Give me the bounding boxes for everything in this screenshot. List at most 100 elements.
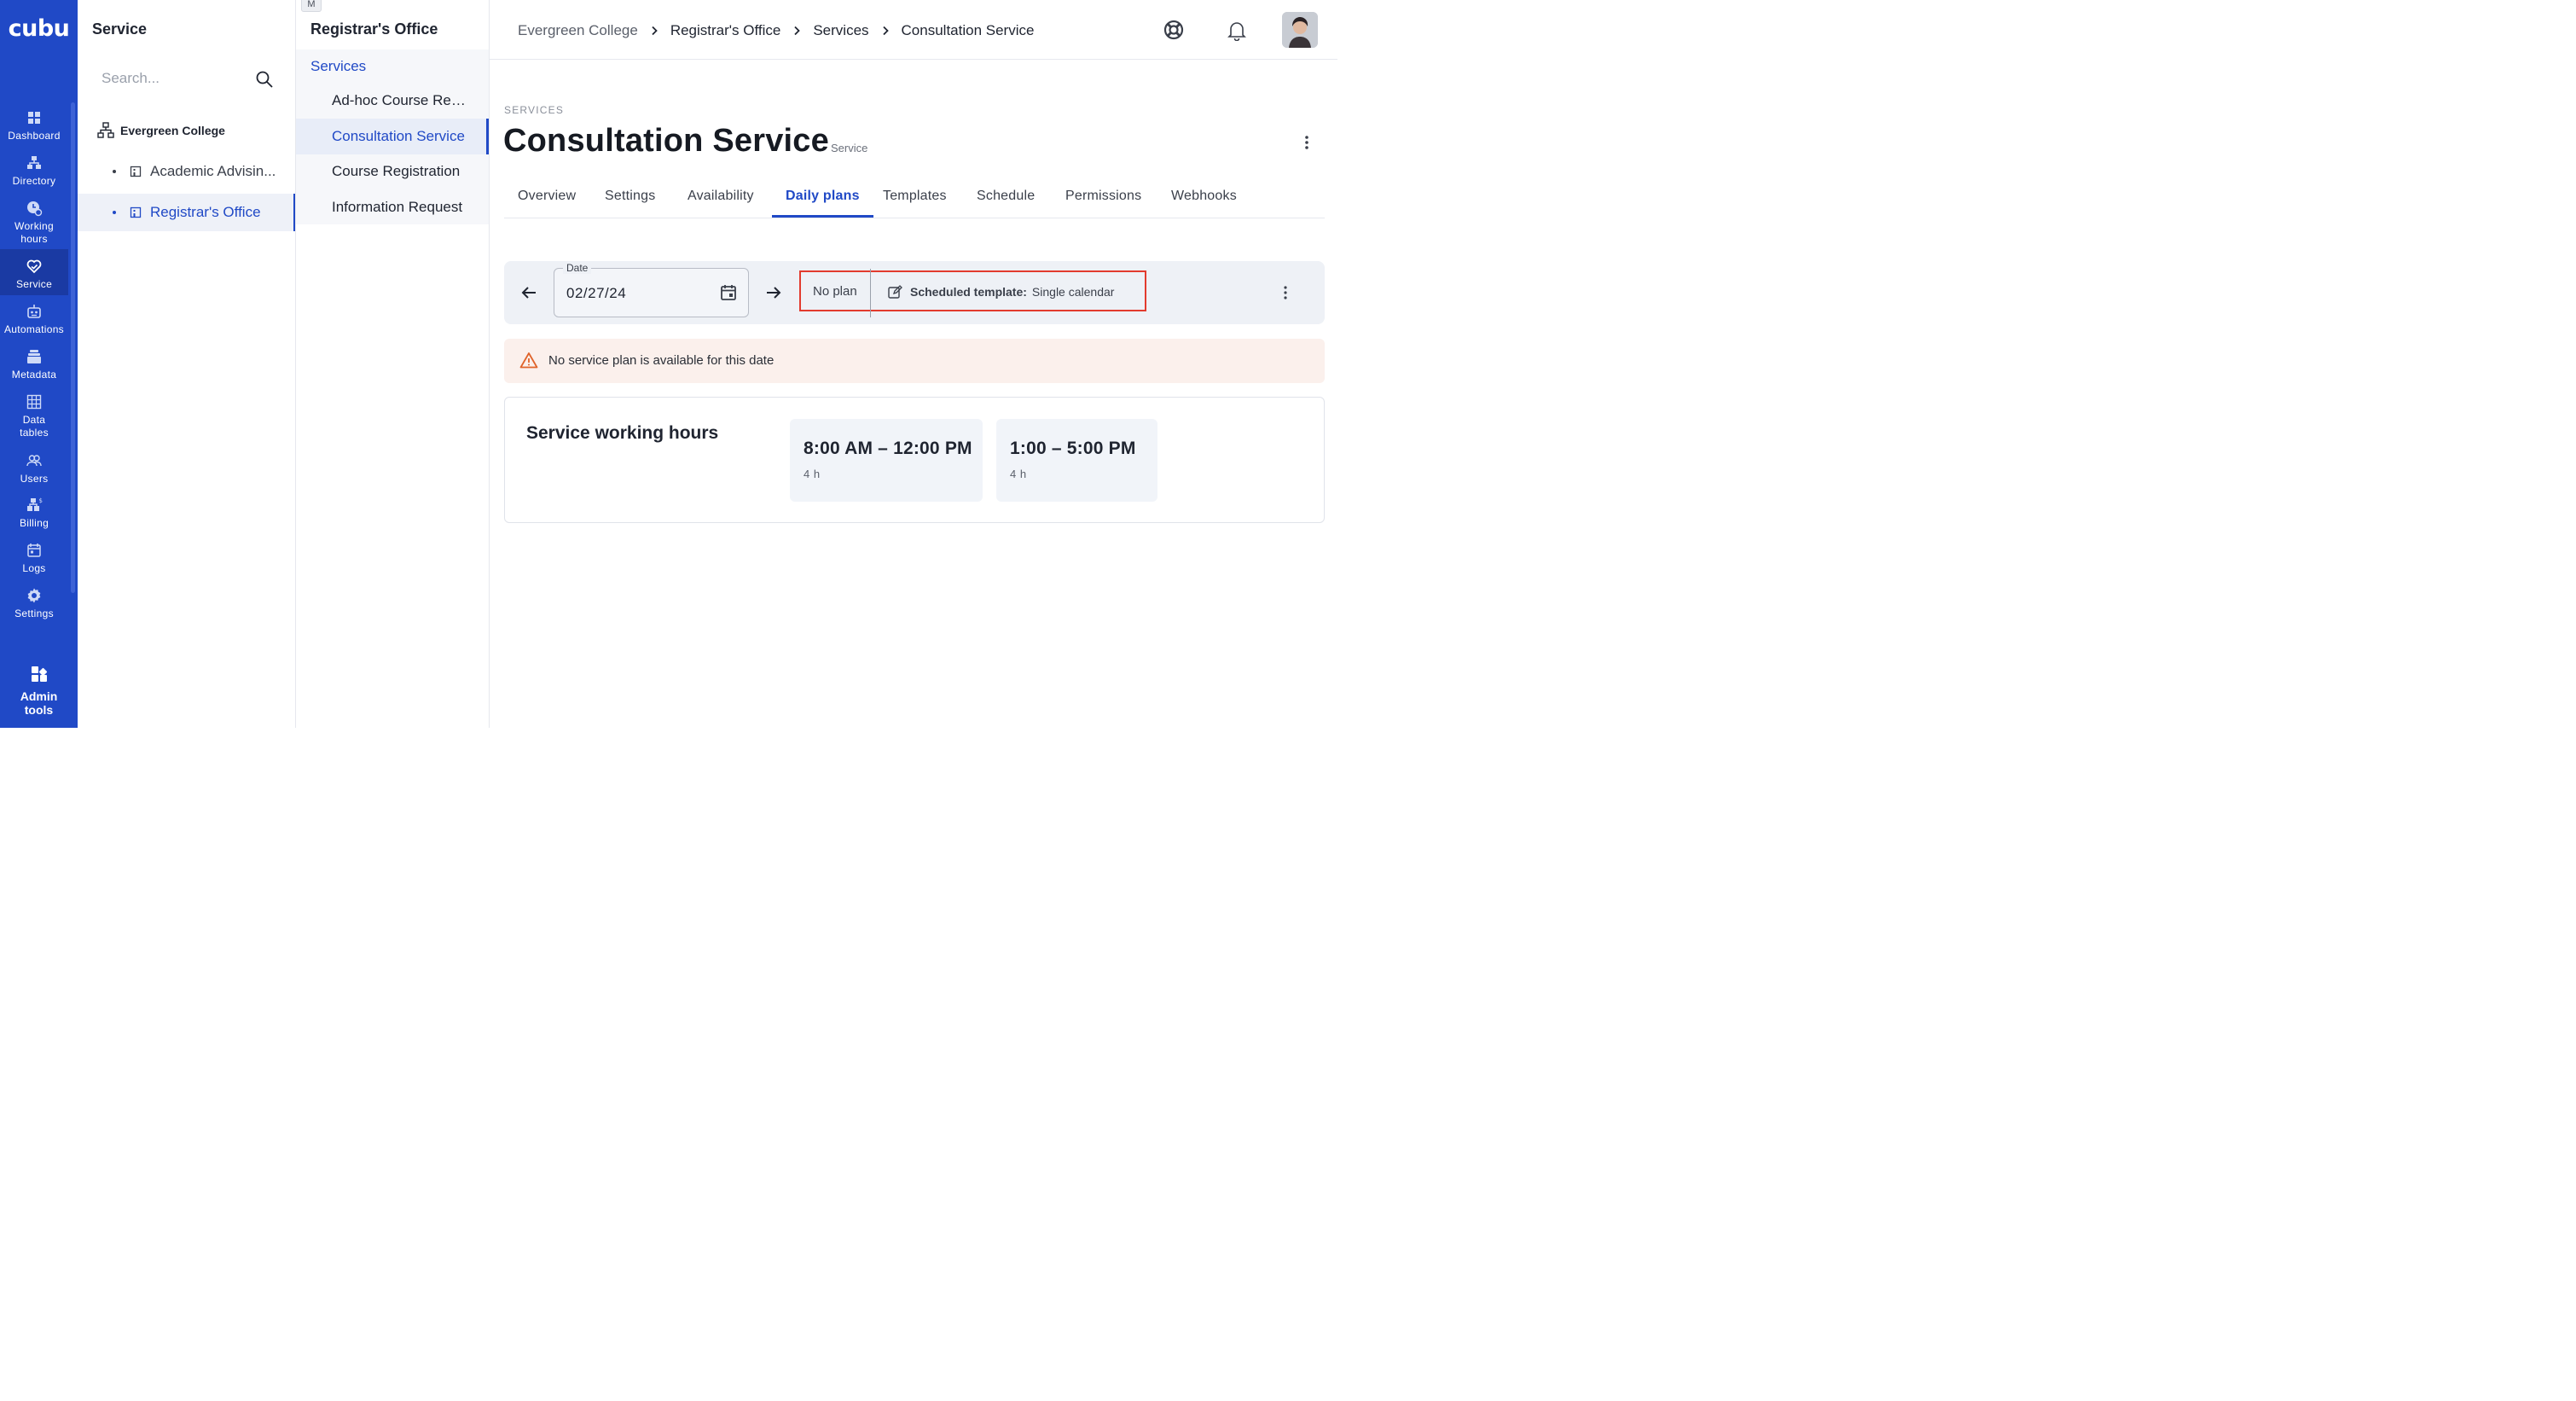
tab-settings[interactable]: Settings <box>591 177 669 218</box>
rail-item-label: Data tables <box>20 414 49 439</box>
building-icon <box>130 166 142 177</box>
services-heading-link[interactable]: Services <box>310 58 366 75</box>
rail-item-automations[interactable]: Automations <box>0 303 68 336</box>
rail-item-data-tables[interactable]: Data tables <box>0 393 68 439</box>
rail-item-metadata[interactable]: Metadata <box>0 348 68 381</box>
time-slot-duration: 4 h <box>1010 468 1027 480</box>
service-item-consultation-service[interactable]: Consultation Service <box>296 119 489 154</box>
tab-daily-plans[interactable]: Daily plans <box>772 177 873 218</box>
user-avatar-image <box>1282 12 1318 48</box>
building-icon <box>130 206 142 218</box>
service-item-course-registration[interactable]: Course Registration <box>296 154 489 189</box>
rail-item-dashboard[interactable]: Dashboard <box>0 109 68 142</box>
bullet <box>113 211 116 214</box>
arrow-right-icon[interactable] <box>764 283 783 302</box>
rail-item-label: Users <box>20 473 49 485</box>
chevron-right-icon <box>652 26 658 36</box>
tree-root-evergreen-college[interactable]: Evergreen College <box>96 121 225 140</box>
tree-root-label: Evergreen College <box>120 124 225 137</box>
page-type-label: Service <box>831 142 868 154</box>
rail-item-logs[interactable]: Logs <box>0 542 68 575</box>
plan-status-box: No plan Scheduled template: Single calend… <box>799 269 1146 317</box>
alert-message: No service plan is available for this da… <box>548 353 775 368</box>
gear-icon <box>27 588 41 603</box>
rail-item-service[interactable]: Service <box>0 249 68 295</box>
logs-icon <box>27 544 41 557</box>
scheduled-template-value: Single calendar <box>1031 285 1115 299</box>
rail-item-label: Logs <box>22 562 46 574</box>
rail-item-label: Metadata <box>11 369 57 381</box>
rail-item-users[interactable]: Users <box>0 452 68 485</box>
tree-item-label: Academic Advisin... <box>150 163 276 179</box>
tab-webhooks[interactable]: Webhooks <box>1157 177 1250 218</box>
service-item-information-request[interactable]: Information Request <box>296 189 489 225</box>
admin-tools-label: Admin tools <box>20 689 58 717</box>
svg-text:$: $ <box>39 497 44 504</box>
page-eyebrow: SERVICES <box>504 104 565 116</box>
working-hours-title: Service working hours <box>526 423 719 443</box>
scheduled-template[interactable]: Scheduled template: Single calendar <box>910 285 1114 299</box>
chevron-right-icon <box>794 26 801 36</box>
rail-item-working-hours[interactable]: Working hours <box>0 200 68 246</box>
search-box <box>91 61 281 96</box>
service-icon <box>26 259 42 274</box>
time-slot-range: 8:00 AM – 12:00 PM <box>804 439 972 458</box>
breadcrumb: Evergreen College Registrar's Office Ser… <box>518 22 1034 39</box>
app-rail: cubu Dashboard Directory Working hours S… <box>0 0 78 728</box>
users-icon <box>26 455 42 467</box>
breadcrumb-item[interactable]: Registrar's Office <box>670 22 781 39</box>
breadcrumb-item[interactable]: Services <box>813 22 868 39</box>
m-badge: M <box>301 0 322 12</box>
tab-permissions[interactable]: Permissions <box>1052 177 1155 218</box>
rail-item-label: Working hours <box>15 220 54 245</box>
rail-item-settings[interactable]: Settings <box>0 587 68 620</box>
no-plan-alert: No service plan is available for this da… <box>504 339 1325 383</box>
more-vertical-icon[interactable] <box>1298 134 1315 151</box>
rail-item-label: Billing <box>19 517 49 529</box>
tab-schedule[interactable]: Schedule <box>963 177 1048 218</box>
automations-icon <box>27 305 41 318</box>
rail-item-label: Service <box>15 278 53 290</box>
date-bar: Date 02/27/24 No plan Scheduled template… <box>504 261 1325 324</box>
tree-panel: Service Evergreen College Academic Advis… <box>78 0 296 728</box>
tree-item-label: Registrar's Office <box>150 204 261 220</box>
search-input[interactable] <box>91 61 281 96</box>
tab-availability[interactable]: Availability <box>674 177 768 218</box>
time-slot-duration: 4 h <box>804 468 821 480</box>
rail-scrollbar[interactable] <box>71 102 75 593</box>
main-content: Evergreen College Registrar's Office Ser… <box>490 0 1337 728</box>
breadcrumb-item[interactable]: Evergreen College <box>518 22 638 39</box>
rail-item-label: Directory <box>12 175 56 187</box>
calendar-icon[interactable] <box>719 283 738 302</box>
chevron-right-icon <box>882 26 889 36</box>
tree-item-registrars-office[interactable]: Registrar's Office <box>78 194 295 231</box>
cubu-logo[interactable]: cubu <box>0 15 78 42</box>
warning-icon <box>519 352 538 369</box>
rail-item-billing[interactable]: $ Billing <box>0 497 68 530</box>
services-panel: M Registrar's Office Services Ad-hoc Cou… <box>296 0 490 728</box>
top-bar: Evergreen College Registrar's Office Ser… <box>490 0 1337 60</box>
avatar[interactable] <box>1282 12 1318 48</box>
tab-overview[interactable]: Overview <box>504 177 589 218</box>
time-slot: 8:00 AM – 12:00 PM 4 h <box>790 419 983 502</box>
date-field[interactable]: Date 02/27/24 <box>554 262 749 317</box>
service-item-adhoc-course-registration[interactable]: Ad-hoc Course Regi... <box>296 83 489 119</box>
arrow-left-icon[interactable] <box>519 283 538 302</box>
tab-templates[interactable]: Templates <box>869 177 960 218</box>
admin-tools-button[interactable]: Admin tools <box>0 664 78 717</box>
edit-template-icon[interactable] <box>887 284 902 299</box>
time-slot-range: 1:00 – 5:00 PM <box>1010 439 1136 458</box>
bell-icon[interactable] <box>1226 19 1248 41</box>
breadcrumb-current: Consultation Service <box>901 22 1035 38</box>
scheduled-template-label: Scheduled template: <box>910 285 1027 299</box>
search-icon[interactable] <box>255 70 274 89</box>
help-lifebuoy-icon[interactable] <box>1163 19 1185 41</box>
working-hours-card: Service working hours 8:00 AM – 12:00 PM… <box>504 397 1325 523</box>
dashboard-icon <box>28 112 40 124</box>
date-bar-more-icon[interactable] <box>1277 284 1294 301</box>
directory-icon <box>27 156 41 169</box>
data-tables-icon <box>26 394 42 410</box>
rail-item-directory[interactable]: Directory <box>0 154 68 188</box>
date-field-value[interactable]: 02/27/24 <box>566 285 626 302</box>
tree-item-academic-advising[interactable]: Academic Advisin... <box>78 153 295 190</box>
